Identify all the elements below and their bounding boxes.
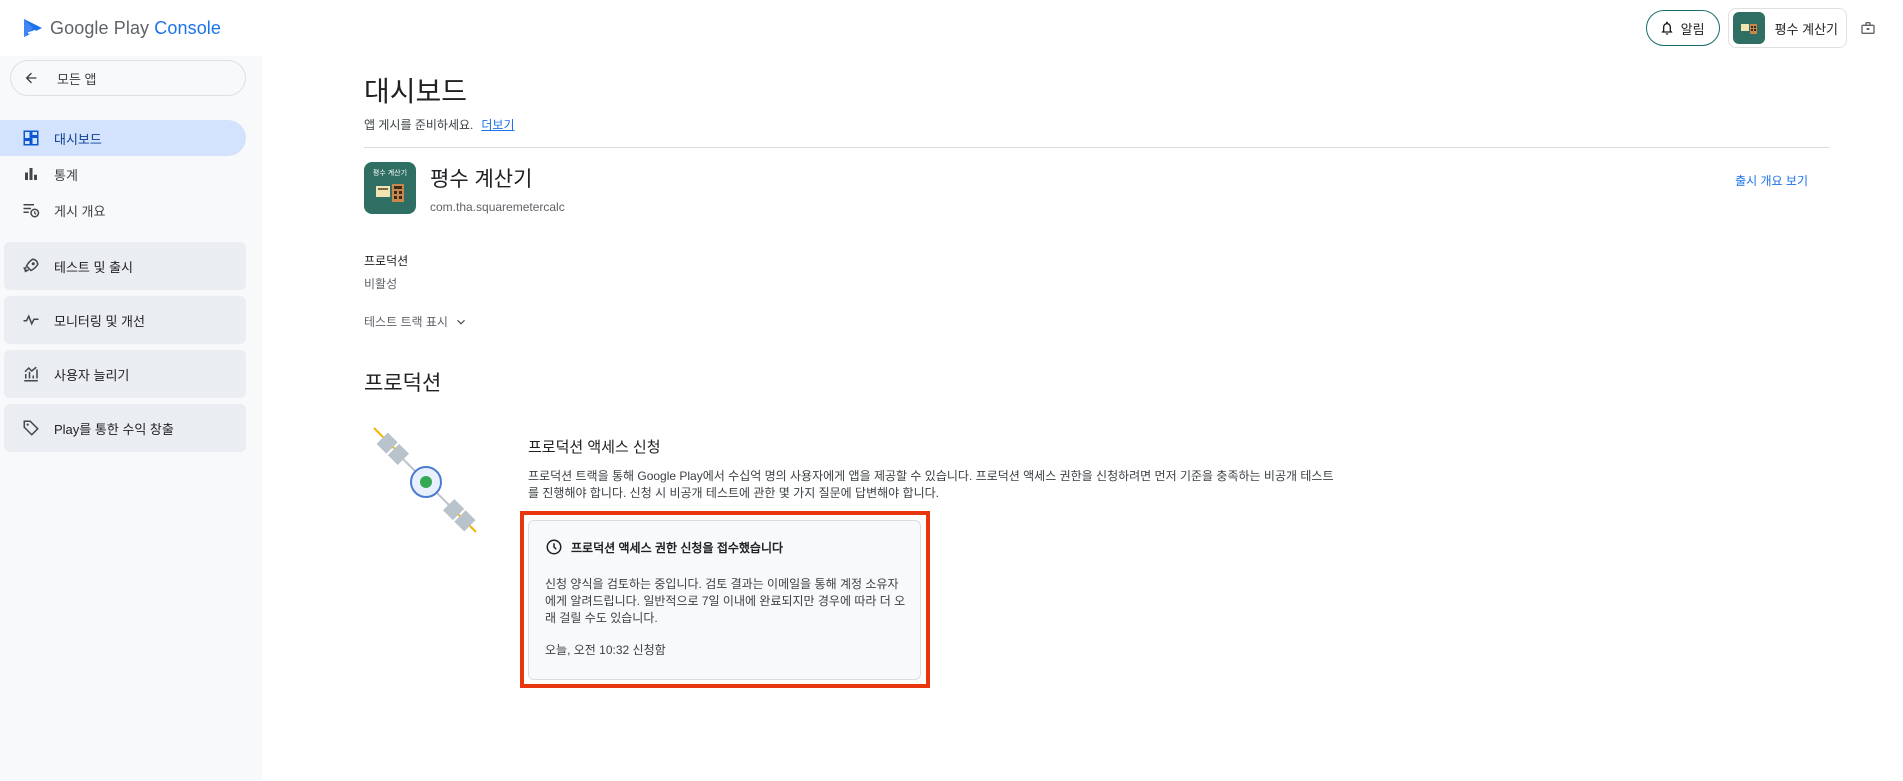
production-label: 프로덕션 — [364, 254, 409, 268]
sidebar-item-label: 통계 — [54, 167, 78, 183]
show-test-tracks-label: 테스트 트랙 표시 — [364, 315, 448, 329]
app-account-chip[interactable]: 평수 계산기 — [1727, 8, 1847, 48]
app-name: 평수 계산기 — [430, 168, 533, 191]
app-chip-icon — [1732, 12, 1765, 44]
app-icon-label: 평수 계산기 — [372, 170, 408, 177]
show-test-tracks-toggle[interactable]: 테스트 트랙 표시 — [364, 313, 468, 330]
developer-account-button[interactable] — [1855, 15, 1881, 41]
app-icon: 평수 계산기 — [364, 162, 416, 214]
more-link[interactable]: 더보기 — [481, 116, 514, 133]
sidebar-group-label: 사용자 늘리기 — [54, 367, 130, 383]
logo-console: Console — [154, 17, 222, 38]
logo-google-play: Google Play — [50, 17, 150, 38]
subtitle-text: 앱 게시를 준비하세요. — [364, 118, 474, 132]
top-right-actions: 알림 평수 계산기 — [1645, 8, 1881, 48]
notice-body: 신청 양식을 검토하는 중입니다. 검토 결과는 이메일을 통해 계정 소유자에… — [545, 577, 906, 625]
all-apps-button[interactable]: 모든 앱 — [10, 60, 246, 96]
account-app-name: 평수 계산기 — [1774, 21, 1838, 37]
production-access-description: 프로덕션 트랙을 통해 Google Play에서 수십억 명의 사용자에게 앱… — [528, 469, 1334, 500]
sidebar-item-dashboard[interactable]: 대시보드 — [0, 120, 246, 156]
notice-timestamp: 오늘, 오전 10:32 신청함 — [545, 643, 666, 657]
sidebar-group-label: 테스트 및 출시 — [54, 259, 133, 275]
release-overview-link[interactable]: 출시 개요 보기 — [1735, 172, 1808, 189]
sidebar-group-grow-users[interactable]: 사용자 늘리기 — [4, 350, 246, 398]
top-bar: Google Play Console 알림 평수 계산기 — [0, 0, 1903, 56]
sidebar: 모든 앱 대시보드 통계 게시 개요 테스트 및 출시 모니터링 및 개선 사용… — [0, 56, 262, 781]
sidebar-item-statistics[interactable]: 통계 — [0, 156, 246, 192]
calculator-icon — [376, 184, 404, 202]
production-status: 비활성 — [364, 277, 398, 291]
arrow-back-icon — [25, 72, 37, 84]
chevron-down-icon — [457, 319, 465, 325]
briefcase-icon — [1861, 22, 1875, 34]
notice-header: 프로덕션 액세스 권한 신청을 접수했습니다 — [545, 538, 783, 556]
sidebar-group-monitor-and-improve[interactable]: 모니터링 및 개선 — [4, 296, 246, 344]
sidebar-group-label: 모니터링 및 개선 — [54, 313, 145, 329]
dashboard-icon — [23, 130, 39, 146]
production-section-title: 프로덕션 — [364, 372, 442, 395]
notice-title: 프로덕션 액세스 권한 신청을 접수했습니다 — [571, 540, 784, 555]
sidebar-group-label: Play를 통한 수익 창출 — [54, 421, 174, 437]
rocket-icon — [23, 258, 39, 273]
sidebar-item-label: 대시보드 — [54, 131, 102, 147]
production-access-title: 프로덕션 액세스 신청 — [528, 439, 661, 456]
tag-icon — [23, 420, 39, 436]
header-divider — [364, 147, 1830, 148]
sidebar-group-test-and-release[interactable]: 테스트 및 출시 — [4, 242, 246, 290]
page-subtitle: 앱 게시를 준비하세요. 더보기 — [364, 116, 515, 133]
notifications-label: 알림 — [1680, 21, 1705, 37]
sidebar-group-monetize[interactable]: Play를 통한 수익 창출 — [4, 404, 246, 452]
notifications-button[interactable]: 알림 — [1645, 10, 1720, 46]
app-package-name: com.tha.squaremetercalc — [430, 200, 565, 214]
clock-icon — [546, 539, 562, 555]
all-apps-label: 모든 앱 — [57, 71, 97, 87]
grow-users-icon — [24, 366, 38, 382]
vitals-icon — [23, 314, 39, 326]
bell-icon — [1661, 21, 1672, 35]
calculator-icon — [1740, 24, 1757, 34]
publishing-overview-icon — [23, 204, 40, 218]
play-console-logo-icon — [24, 19, 42, 37]
satellite-illustration — [373, 427, 477, 533]
logo-text: Google Play Console — [50, 18, 221, 39]
page-title: 대시보드 — [364, 76, 468, 107]
bar-chart-icon — [25, 168, 37, 180]
play-console-logo[interactable]: Google Play Console — [22, 16, 221, 40]
request-received-notice: 프로덕션 액세스 권한 신청을 접수했습니다 신청 양식을 검토하는 중입니다.… — [528, 520, 921, 680]
sidebar-item-label: 게시 개요 — [54, 203, 106, 219]
sidebar-item-publishing-overview[interactable]: 게시 개요 — [0, 192, 246, 228]
